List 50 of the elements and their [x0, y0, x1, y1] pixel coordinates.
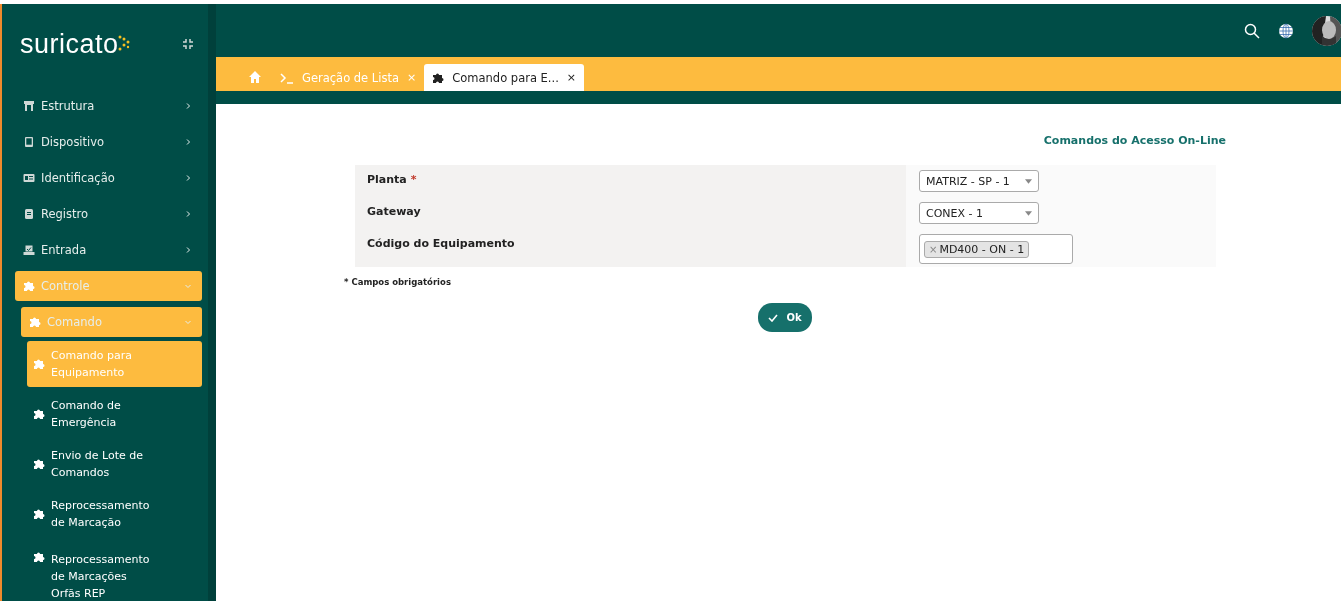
tag-chip[interactable]: × MD400 - ON - 1 — [924, 240, 1030, 258]
menu-item[interactable]: Dispositivo — [15, 124, 202, 160]
chevron-icon — [184, 102, 192, 110]
puzzle-icon — [29, 316, 41, 328]
dropdown[interactable]: MATRIZ - SP - 1 — [919, 170, 1039, 192]
page-title: Comandos do Acesso On-Line — [1042, 134, 1226, 147]
chevron-icon — [184, 174, 192, 182]
document-icon — [23, 208, 35, 220]
puzzle-icon — [33, 508, 45, 520]
check-icon — [768, 313, 779, 322]
menu-item[interactable]: Envio de Lote de Comandos — [27, 441, 202, 487]
caret-icon — [1025, 178, 1032, 184]
chevron-icon — [184, 318, 192, 326]
collapse-icon[interactable] — [182, 38, 194, 50]
menu-item[interactable]: Identificação — [15, 160, 202, 196]
puzzle-icon — [33, 551, 45, 563]
id-card-icon — [23, 172, 35, 184]
menu-item[interactable]: Comando de Emergência — [27, 391, 202, 437]
chevron-icon — [184, 246, 192, 254]
terminal-icon — [280, 71, 294, 84]
tab[interactable]: Comando para E... × — [424, 64, 585, 91]
tag-input[interactable]: × MD400 - ON - 1 — [919, 234, 1073, 264]
inbox-icon — [23, 244, 35, 256]
search-icon[interactable] — [1244, 22, 1260, 39]
puzzle-icon — [33, 458, 45, 470]
field-label: Gateway — [367, 205, 421, 218]
menu-item[interactable]: Reprocessamento de Marcação — [27, 491, 202, 537]
puzzle-icon — [432, 71, 445, 84]
ok-button[interactable]: Ok — [758, 303, 812, 332]
dots-icon — [116, 35, 131, 53]
dropdown[interactable]: CONEX - 1 — [919, 202, 1039, 224]
chevron-icon — [184, 138, 192, 146]
required-mark: * — [410, 173, 417, 186]
close-icon[interactable]: × — [566, 71, 577, 84]
logo: suricato — [20, 28, 119, 60]
menu-item[interactable]: Registro — [15, 196, 202, 232]
puzzle-icon — [33, 358, 45, 370]
puzzle-icon — [23, 280, 35, 292]
chevron-icon — [184, 210, 192, 218]
tablet-icon — [23, 136, 35, 148]
menu-item[interactable]: Entrada — [15, 232, 202, 268]
field-label: Planta — [367, 173, 407, 186]
chevron-icon — [184, 282, 192, 290]
menu-item[interactable]: Estrutura — [15, 88, 202, 124]
required-note: * Campos obrigatórios — [344, 277, 452, 287]
field-label: Código do Equipamento — [367, 237, 515, 250]
globe-icon[interactable] — [1278, 22, 1294, 39]
caret-icon — [1025, 210, 1032, 216]
puzzle-icon — [33, 408, 45, 420]
building-icon — [23, 100, 35, 112]
